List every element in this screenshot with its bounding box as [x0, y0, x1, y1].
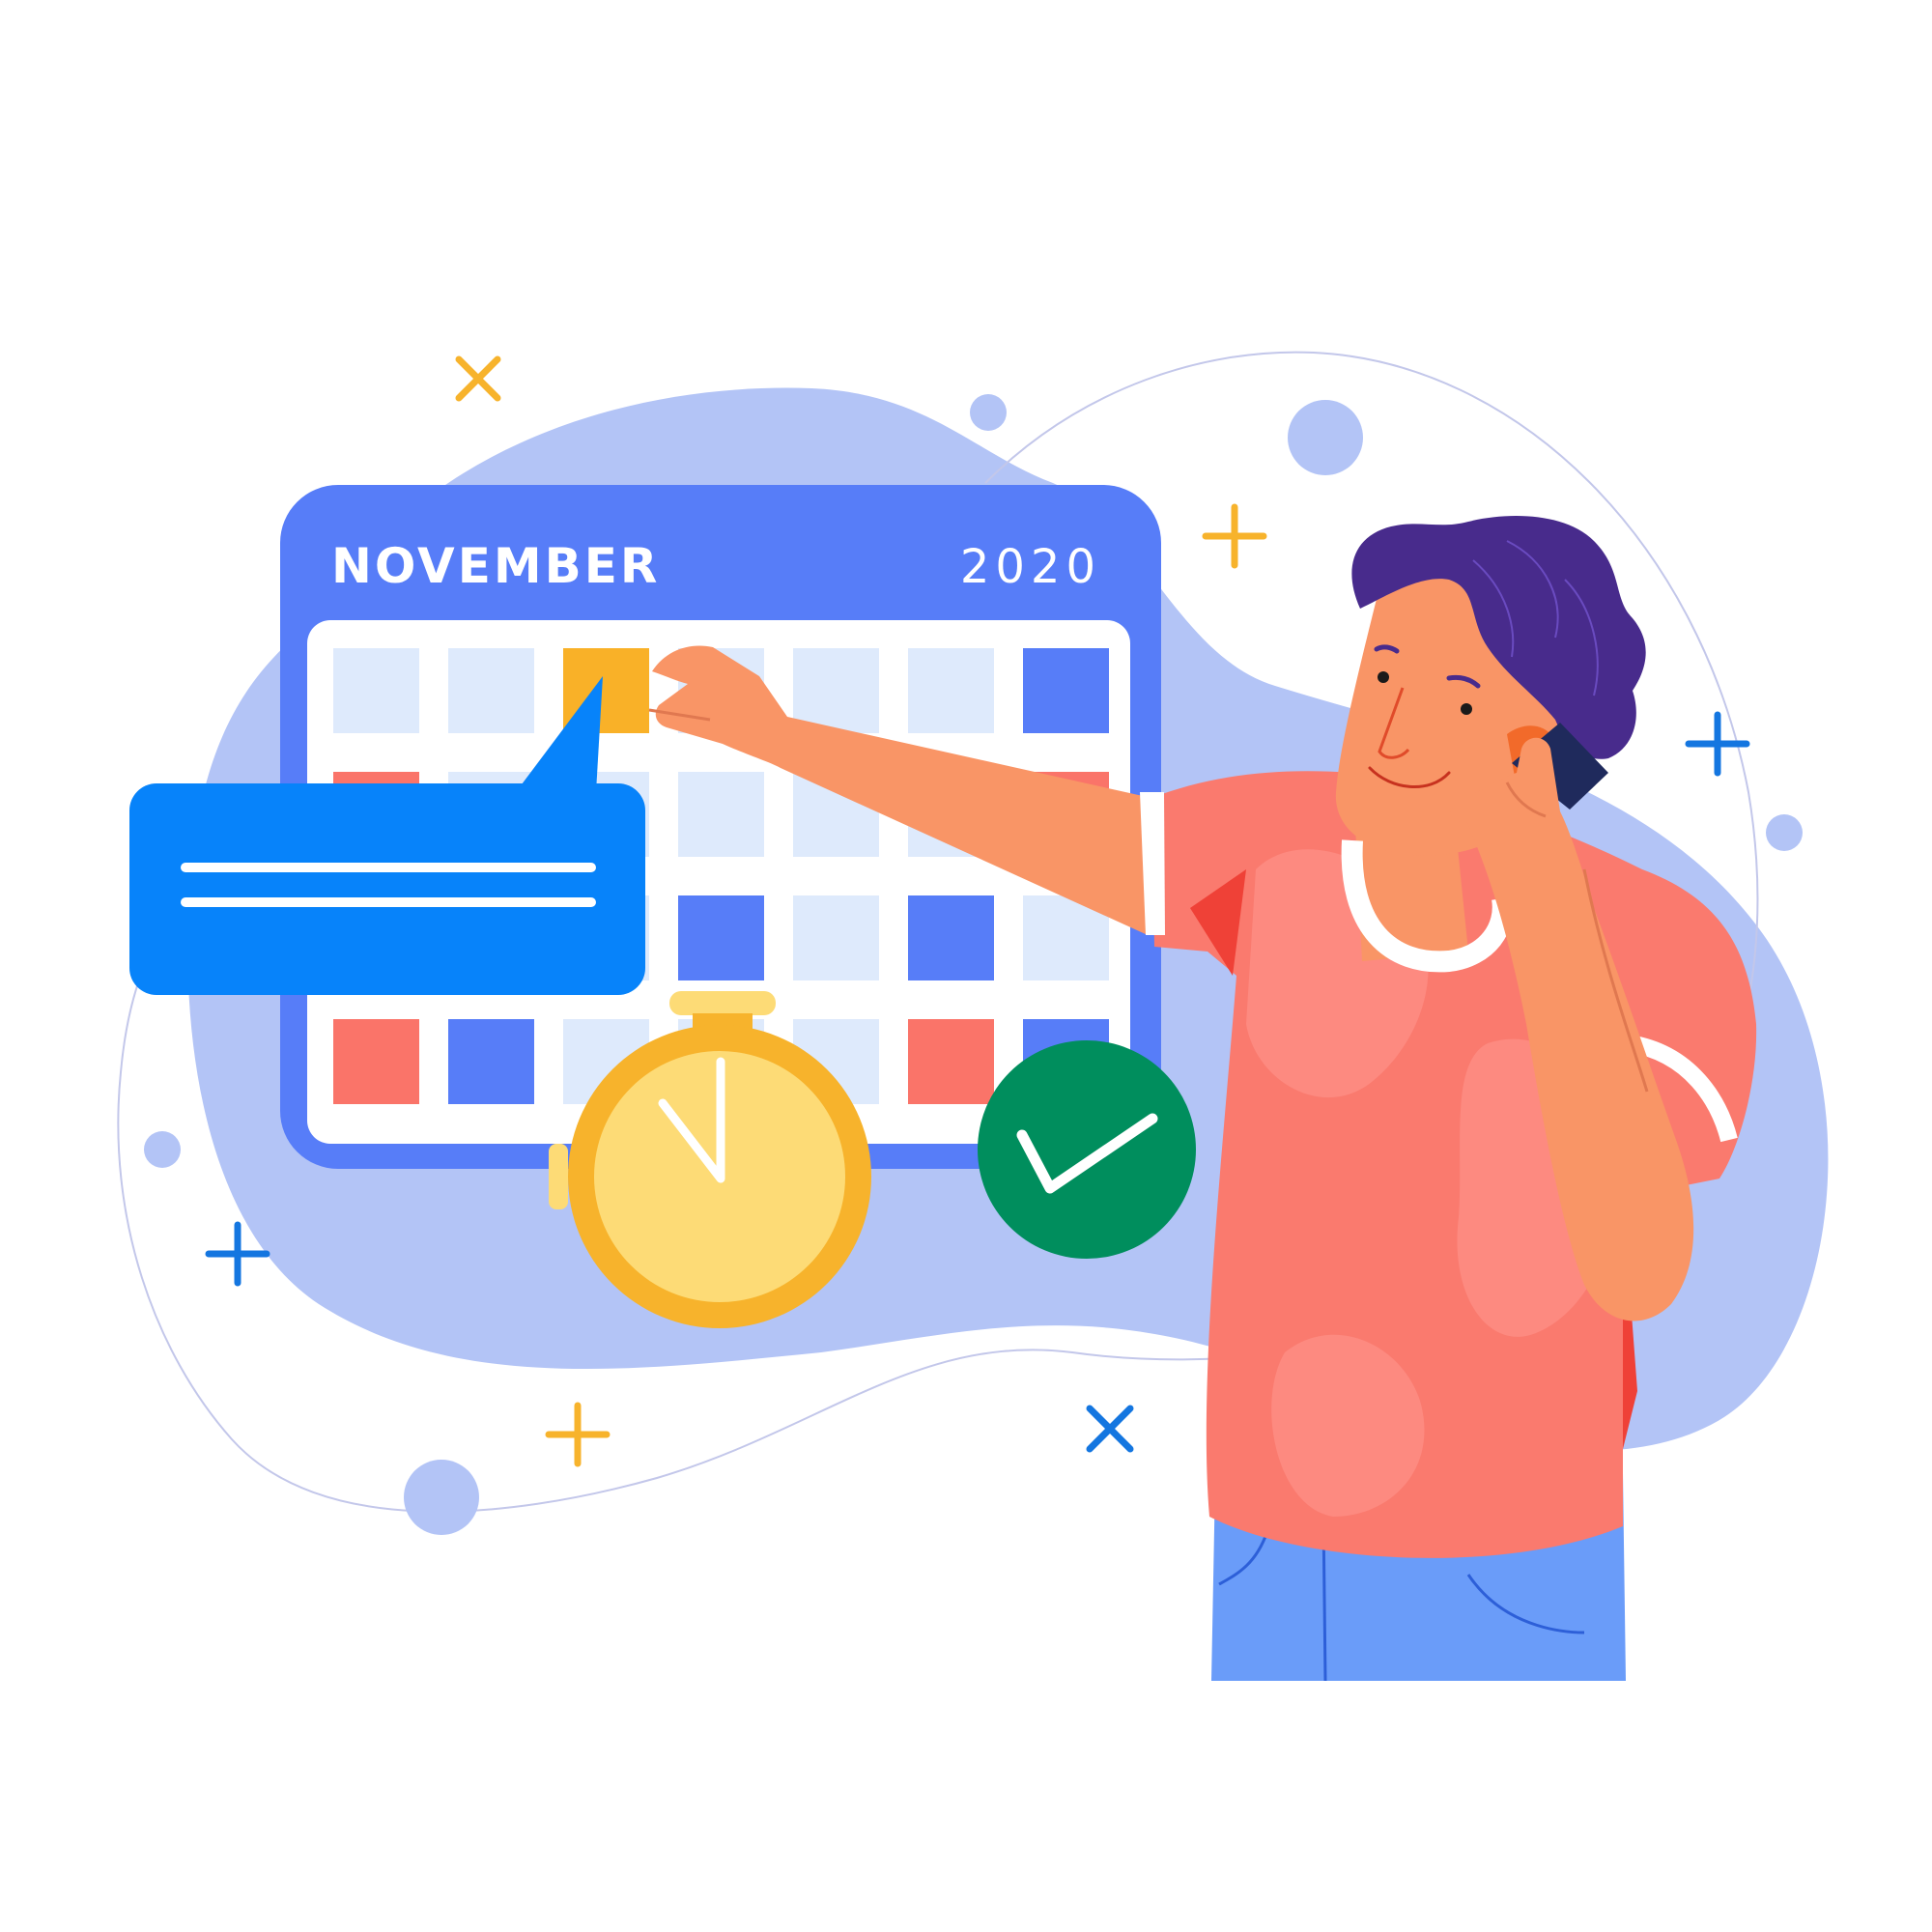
eye — [1378, 671, 1389, 683]
plus-icon — [1685, 711, 1750, 777]
calendar-cell-blue — [448, 1019, 534, 1104]
calendar-month: NOVEMBER — [331, 538, 660, 594]
calendar-cell-empty — [333, 648, 419, 733]
calendar-cell-blue — [1023, 648, 1109, 733]
illustration-canvas: NOVEMBER 2020 — [117, 351, 1829, 1682]
decor-dot — [1766, 814, 1803, 851]
plus-icon — [1202, 503, 1267, 569]
calendar-cell-empty — [793, 648, 879, 733]
calendar-cell-blue — [908, 895, 994, 980]
decor-dot — [144, 1131, 181, 1168]
cross-icon — [455, 355, 501, 402]
cross-icon — [1086, 1405, 1134, 1453]
calendar-cell-empty — [678, 772, 764, 857]
calendar-cell-red — [333, 1019, 419, 1104]
calendar-cell-empty — [908, 648, 994, 733]
checkmark-icon — [978, 1040, 1196, 1259]
calendar-cell-red — [908, 1019, 994, 1104]
calendar-cell-empty — [793, 895, 879, 980]
calendar-cell-blue — [678, 895, 764, 980]
plus-icon — [545, 1402, 611, 1467]
decor-dot — [970, 394, 1007, 431]
calendar-year: 2020 — [960, 540, 1101, 594]
calendar-cell-empty — [448, 648, 534, 733]
decor-dot — [1288, 400, 1363, 475]
decor-dot — [404, 1460, 479, 1535]
eye — [1461, 703, 1472, 715]
